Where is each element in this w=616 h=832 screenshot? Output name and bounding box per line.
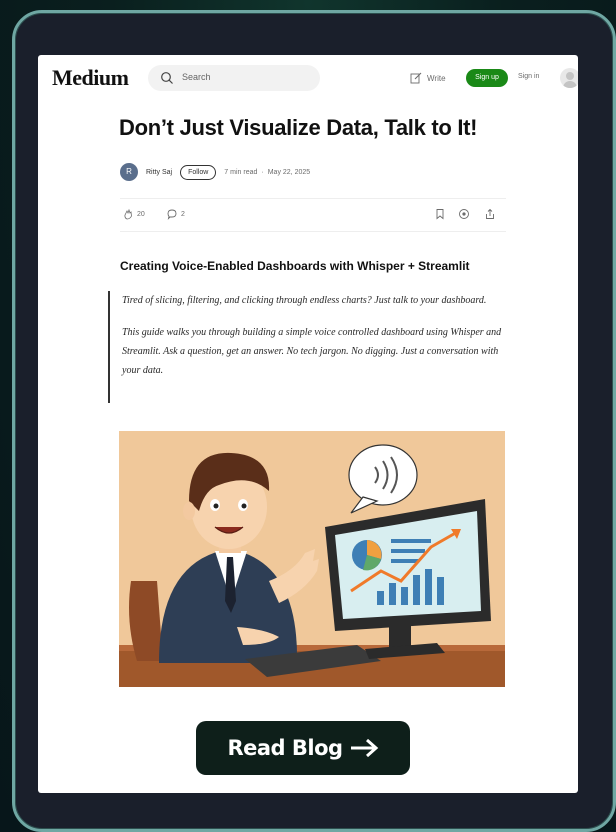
publish-date: May 22, 2025 — [267, 168, 311, 176]
arrow-right-icon — [350, 738, 378, 758]
article-blockquote: Tired of slicing, filtering, and clickin… — [108, 291, 508, 403]
article-actions: 20 2 — [120, 205, 506, 225]
share-icon — [486, 208, 494, 219]
response-count: 2 — [181, 210, 185, 218]
divider — [120, 198, 506, 199]
quote-paragraph: Tired of slicing, filtering, and clickin… — [122, 295, 487, 306]
article-illustration — [119, 431, 505, 687]
listen-icon — [459, 209, 469, 219]
search-placeholder: Search — [182, 72, 211, 82]
quote-paragraph: This guide walks you through building a … — [122, 327, 502, 376]
author-avatar[interactable]: R — [120, 163, 138, 181]
clap-icon — [124, 208, 132, 220]
search-icon — [161, 72, 173, 84]
author-name[interactable]: Ritty Saj — [146, 169, 172, 176]
bookmark-icon — [436, 209, 444, 220]
site-header: Medium Search Write Sign up Sign in — [38, 55, 578, 103]
sign-up-button[interactable]: Sign up — [466, 69, 508, 87]
article-meta: R Ritty Saj Follow 7 min read · May 22, … — [120, 162, 310, 182]
share-button[interactable] — [484, 208, 496, 220]
divider — [120, 231, 506, 232]
article-title: Don’t Just Visualize Data, Talk to It! — [119, 115, 478, 140]
comment-button[interactable]: 2 — [166, 208, 185, 220]
read-time: 7 min read — [224, 168, 258, 176]
read-blog-label: Read Blog — [227, 736, 343, 760]
bookmark-button[interactable] — [434, 208, 446, 220]
comment-icon — [167, 209, 177, 220]
meta-separator: · — [261, 168, 264, 176]
write-label: Write — [427, 73, 446, 83]
clap-count: 20 — [137, 210, 145, 218]
listen-button[interactable] — [458, 208, 470, 220]
user-avatar[interactable] — [560, 68, 578, 88]
write-button[interactable]: Write — [410, 72, 446, 84]
browser-screen: Medium Search Write Sign up Sign in Don’… — [38, 55, 578, 793]
write-icon — [410, 72, 422, 84]
article-subheading: Creating Voice-Enabled Dashboards with W… — [120, 259, 470, 273]
sign-in-link[interactable]: Sign in — [518, 73, 539, 80]
follow-button[interactable]: Follow — [180, 164, 217, 180]
clap-button[interactable]: 20 — [122, 208, 145, 220]
search-bar[interactable]: Search — [148, 65, 320, 91]
medium-logo[interactable]: Medium — [52, 65, 129, 91]
read-blog-button[interactable]: Read Blog — [196, 721, 410, 775]
